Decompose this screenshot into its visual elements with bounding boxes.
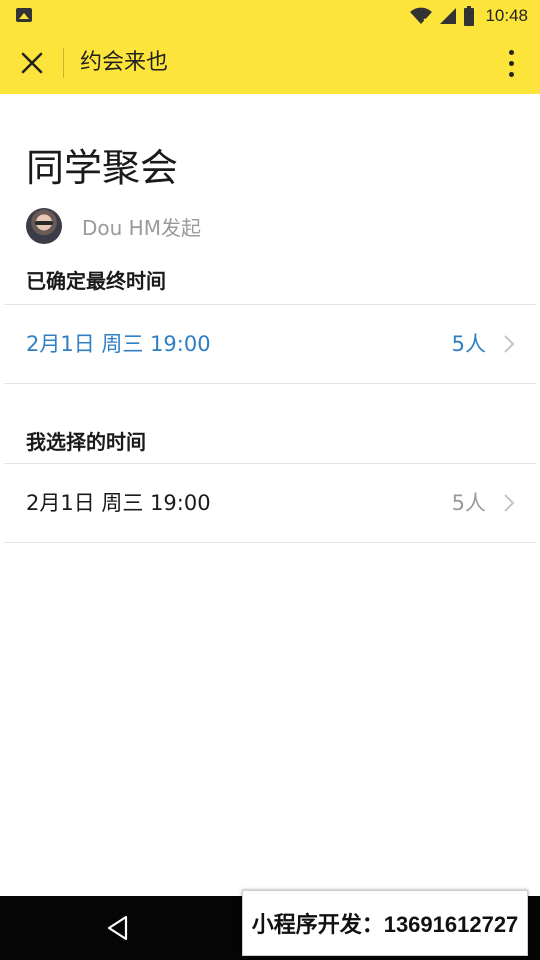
app-title: 约会来也 <box>80 50 169 75</box>
my-time-label: 2月1日 周三 19:00 <box>26 491 211 515</box>
divider <box>4 542 536 543</box>
my-time-heading: 我选择的时间 <box>26 430 146 454</box>
confirmed-time-label: 2月1日 周三 19:00 <box>26 332 211 356</box>
image-icon <box>16 8 32 22</box>
close-button[interactable] <box>10 41 54 85</box>
confirmed-time-heading: 已确定最终时间 <box>26 269 166 293</box>
cell-signal-icon <box>440 8 457 24</box>
status-time: 10:48 <box>485 6 528 25</box>
organizer-text: Dou HM发起 <box>82 215 201 240</box>
more-vert-icon <box>508 49 514 55</box>
close-icon <box>21 52 43 74</box>
my-time-row[interactable]: 2月1日 周三 19:00 5人 <box>0 464 540 542</box>
watermark-text: 小程序开发：13691612727 <box>251 912 519 937</box>
watermark: 小程序开发：13691612727 <box>242 890 528 956</box>
confirmed-count: 5人 <box>451 332 486 356</box>
chevron-right-icon <box>504 335 515 353</box>
organizer: Dou HM发起 <box>26 208 201 244</box>
divider <box>4 383 536 384</box>
nav-back-icon <box>107 915 128 941</box>
event-title: 同学聚会 <box>26 146 179 190</box>
status-icons: 10:48 <box>409 4 528 28</box>
nav-back-button[interactable] <box>102 912 134 944</box>
header: 10:48 约会来也 <box>0 0 540 94</box>
battery-icon <box>464 6 475 26</box>
wifi-icon <box>410 7 433 24</box>
app-bar: 约会来也 <box>0 32 540 94</box>
my-count: 5人 <box>451 491 486 515</box>
chevron-right-icon <box>504 494 515 512</box>
avatar[interactable] <box>26 208 62 244</box>
more-button[interactable] <box>496 44 526 82</box>
status-bar: 10:48 <box>0 0 540 32</box>
app-bar-divider <box>63 48 64 78</box>
confirmed-time-row[interactable]: 2月1日 周三 19:00 5人 <box>0 305 540 383</box>
